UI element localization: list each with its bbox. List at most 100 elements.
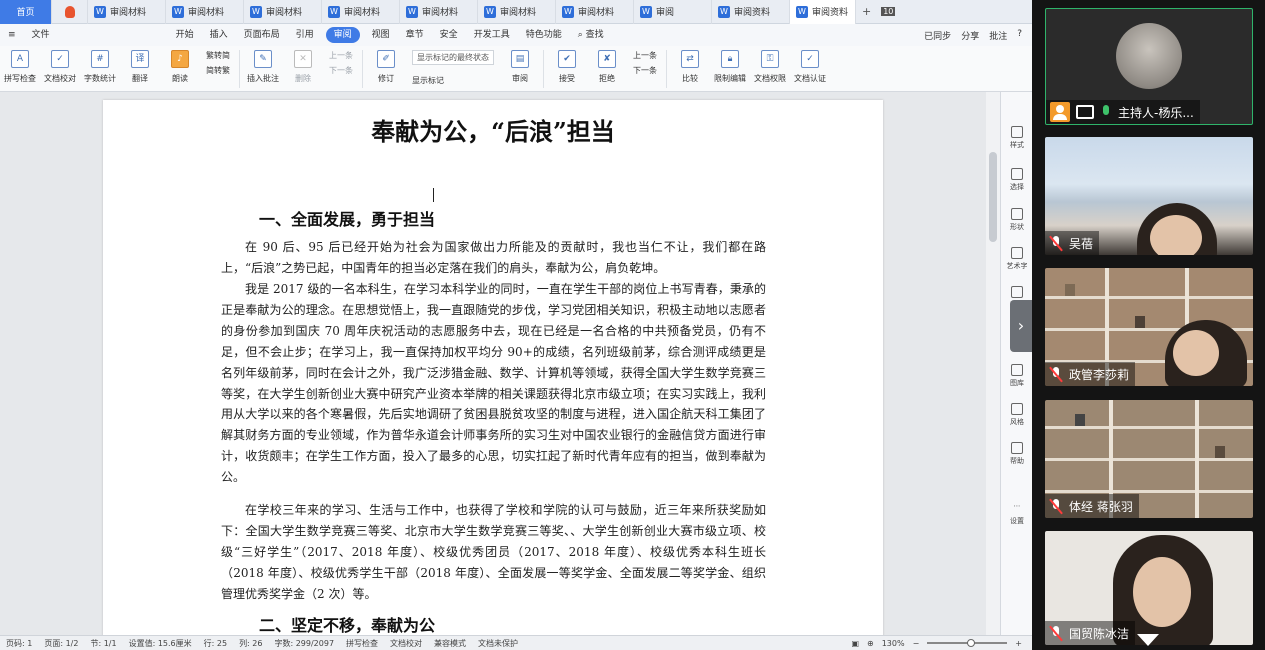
read-aloud-button[interactable]: ♪ 朗读 [160, 50, 200, 84]
document-tab[interactable]: W 审阅材料 [556, 0, 634, 24]
menu-view[interactable]: 视图 [364, 24, 398, 46]
menu-insert[interactable]: 插入 [202, 24, 236, 46]
menu-home[interactable]: 开始 [168, 24, 202, 46]
next-comment-button[interactable]: 下一条 [329, 65, 353, 76]
theme-pane-button[interactable]: 风格 [1001, 403, 1033, 427]
menu-developer[interactable]: 开发工具 [466, 24, 518, 46]
participant-tile[interactable]: 国贸陈冰洁 [1045, 531, 1253, 645]
track-changes-button[interactable]: ✐ 修订 [366, 50, 406, 84]
status-words[interactable]: 字数: 299/2097 [274, 638, 334, 649]
participant-namebar: 国贸陈冰洁 [1045, 621, 1136, 645]
collapse-panel-button[interactable]: › [1010, 300, 1032, 352]
status-bar: 页码: 1 页面: 1/2 节: 1/1 设置值: 15.6厘米 行: 25 列… [0, 635, 1032, 650]
close-tab-icon[interactable]: × [854, 7, 855, 17]
gallery-pane-button[interactable]: 图库 [1001, 364, 1033, 388]
brush-icon [1011, 126, 1023, 138]
zoom-slider-handle[interactable] [967, 639, 976, 647]
trad-to-simp-button[interactable]: 繁转简 [206, 50, 230, 61]
review-pane-button[interactable]: ▤ 审阅 [500, 50, 540, 84]
document-tab[interactable]: W 审阅材料 [400, 0, 478, 24]
status-pages[interactable]: 页面: 1/2 [44, 638, 78, 649]
menu-review[interactable]: 审阅 [325, 27, 360, 43]
restrict-edit-button[interactable]: 🔒︎ 限制编辑 [710, 50, 750, 84]
accept-button[interactable]: ✔ 接受 [547, 50, 587, 84]
zoom-level[interactable]: 130% [882, 639, 905, 648]
doc-proof-button[interactable]: ✓ 文档校对 [40, 50, 80, 84]
comment-button[interactable]: 批注 [989, 29, 1007, 42]
scrollbar-thumb[interactable] [989, 152, 997, 242]
scroll-down-arrow-icon[interactable] [1137, 634, 1159, 646]
reject-button[interactable]: ✘ 拒绝 [587, 50, 627, 84]
status-proof[interactable]: 文档校对 [390, 638, 422, 649]
status-protection[interactable]: 文档未保护 [478, 638, 518, 649]
page-view-icon[interactable]: ▣ [851, 639, 859, 648]
participant-tile[interactable]: 主持人-杨乐... [1045, 8, 1253, 125]
help-button[interactable]: ? [1017, 29, 1022, 42]
doc-cert-button[interactable]: ✓ 文档认证 [790, 50, 830, 84]
document-tab[interactable]: W 审阅材料 [244, 0, 322, 24]
proof-icon: ✓ [51, 50, 69, 68]
spellcheck-button[interactable]: A 拼写检查 [0, 50, 40, 84]
document-tab[interactable]: W 审阅材料 [166, 0, 244, 24]
zoom-in-icon[interactable]: + [1015, 639, 1022, 648]
search-button[interactable]: ⌕ 查找 [570, 24, 612, 46]
status-spellcheck[interactable]: 拼写检查 [346, 638, 378, 649]
prev-comment-button[interactable]: 上一条 [329, 50, 353, 61]
menu-chapter[interactable]: 章节 [398, 24, 432, 46]
translate-button[interactable]: 译翻译 [120, 50, 160, 84]
document-tab[interactable]: W 审阅材料 [88, 0, 166, 24]
doc-permission-button[interactable]: ⚿ 文档权限 [750, 50, 790, 84]
menu-features[interactable]: 特色功能 [518, 24, 570, 46]
document-tab[interactable]: W 审阅资料 [712, 0, 790, 24]
document-tab[interactable]: W 审阅 [634, 0, 712, 24]
help-icon [1011, 442, 1023, 454]
compare-button[interactable]: ⇄ 比较 [670, 50, 710, 84]
word-count-button[interactable]: # 字数统计 [80, 50, 120, 84]
host-icon [1050, 102, 1070, 122]
menu-security[interactable]: 安全 [432, 24, 466, 46]
sync-status[interactable]: 已同步 [924, 29, 951, 42]
document-tab[interactable]: W 审阅材料 [322, 0, 400, 24]
document-tab-active[interactable]: W 审阅资料 × [790, 0, 856, 24]
document-canvas[interactable]: 奉献为公，“后浪”担当 一、全面发展，勇于担当 在 90 后、95 后已经开始为… [0, 92, 1000, 635]
vertical-scrollbar[interactable] [986, 92, 1000, 635]
participant-tile[interactable]: 吴蓓 [1045, 137, 1253, 255]
document-page[interactable]: 奉献为公，“后浪”担当 一、全面发展，勇于担当 在 90 后、95 后已经开始为… [103, 100, 883, 635]
ribbon-label: 字数统计 [84, 74, 116, 83]
settings-pane-button[interactable]: ⋯ 设置 [1001, 502, 1033, 526]
menu-page-layout[interactable]: 页面布局 [236, 24, 288, 46]
shape-pane-button[interactable]: 形状 [1001, 208, 1033, 232]
tab-home[interactable]: 首页 [0, 0, 52, 24]
web-view-icon[interactable]: ⊕ [867, 639, 874, 648]
participant-tile[interactable]: 体经 蒋张羽 [1045, 400, 1253, 518]
show-markup-button[interactable]: 显示标记 [412, 75, 494, 86]
zoom-out-icon[interactable]: − [913, 639, 920, 648]
bookshelf [1045, 458, 1253, 461]
document-tab[interactable]: W 审阅材料 [478, 0, 556, 24]
menu-file[interactable]: 文件 [24, 24, 58, 46]
shelf-item [1135, 316, 1145, 328]
wordart-pane-button[interactable]: 艺术字 [1001, 247, 1033, 271]
style-pane-button[interactable]: 样式 [1001, 126, 1033, 150]
comment-nav-group: 上一条 下一条 [323, 50, 359, 76]
simp-to-trad-button[interactable]: 简转繁 [206, 65, 230, 76]
zoom-slider[interactable] [927, 639, 1008, 647]
tab-favorites[interactable] [52, 0, 88, 24]
new-tab-button[interactable]: + [862, 5, 871, 18]
prev-change-button[interactable]: 上一条 [633, 50, 657, 61]
delete-comment-button[interactable]: ✕ 删除 [283, 50, 323, 84]
select-pane-button[interactable]: 选择 [1001, 168, 1033, 192]
view-controls: ▣ ⊕ 130% − + [851, 639, 1032, 648]
share-button[interactable]: 分享 [961, 29, 979, 42]
tab-count-badge[interactable]: 10 [881, 7, 896, 16]
word-doc-icon: W [406, 5, 418, 18]
menu-references[interactable]: 引用 [288, 24, 322, 46]
markup-state-select[interactable]: 显示标记的最终状态 [412, 50, 494, 65]
ribbon-label: 比较 [682, 74, 698, 83]
image-icon [1011, 364, 1023, 376]
insert-comment-button[interactable]: ✎ 插入批注 [243, 50, 283, 84]
participant-tile[interactable]: 政管李莎莉 [1045, 268, 1253, 386]
next-change-button[interactable]: 下一条 [633, 65, 657, 76]
hamburger-menu-icon[interactable]: ≡ [0, 24, 24, 46]
help-pane-button[interactable]: 帮助 [1001, 442, 1033, 466]
